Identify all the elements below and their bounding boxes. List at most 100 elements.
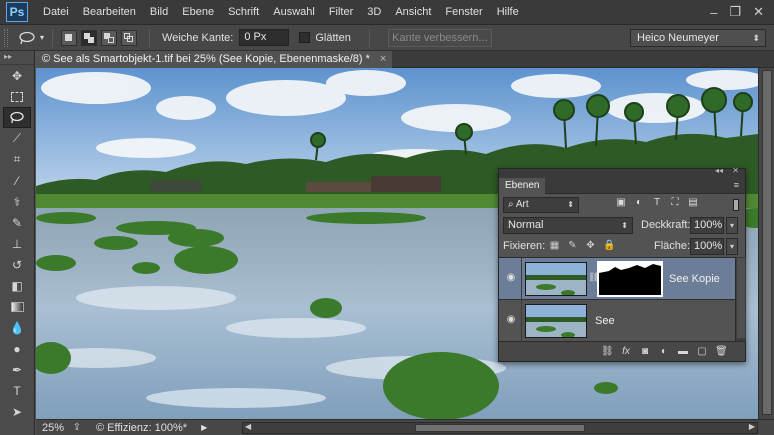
menu-bearbeiten[interactable]: Bearbeiten — [76, 0, 143, 25]
shape-filter-icon[interactable]: ⛶ — [669, 197, 681, 208]
layer-mask-thumbnail[interactable] — [597, 261, 663, 297]
antialias-checkbox[interactable] — [299, 32, 311, 43]
menu-schrift[interactable]: Schrift — [221, 0, 266, 25]
pixel-filter-icon[interactable]: ▣ — [615, 197, 627, 208]
eraser-tool-icon[interactable]: ◧ — [3, 275, 31, 296]
clone-stamp-tool-icon[interactable]: ⊥ — [3, 233, 31, 254]
subtract-selection-button[interactable] — [101, 29, 118, 46]
move-tool-icon[interactable]: ✥ — [3, 65, 31, 86]
lasso-tool-icon[interactable] — [3, 107, 31, 128]
scroll-right-icon[interactable]: ▶ — [749, 422, 755, 431]
path-selection-tool-icon[interactable]: ➤ — [3, 401, 31, 422]
blend-mode-dropdown[interactable]: Normal ⬍ — [503, 217, 633, 234]
canvas-horizontal-scrollbar[interactable]: ◀ ▶ — [242, 422, 758, 434]
close-icon[interactable]: ✕ — [732, 166, 739, 175]
lock-position-icon[interactable]: ✥ — [585, 240, 596, 251]
menu-bild[interactable]: Bild — [143, 0, 175, 25]
export-icon[interactable]: ⇪ — [66, 422, 88, 433]
opacity-input[interactable]: 100% — [690, 217, 724, 234]
fill-input[interactable]: 100% — [690, 238, 724, 255]
quick-selection-tool-icon[interactable]: ⟋ — [3, 128, 31, 149]
brush-tool-icon[interactable]: ✎ — [3, 212, 31, 233]
menu-ebene[interactable]: Ebene — [175, 0, 221, 25]
marquee-tool-icon[interactable] — [3, 86, 31, 107]
fx-icon[interactable]: fx — [620, 346, 632, 357]
history-brush-tool-icon[interactable]: ↺ — [3, 254, 31, 275]
adjustment-filter-icon[interactable]: ◐ — [633, 197, 645, 208]
menu-datei[interactable]: Datei — [36, 0, 76, 25]
scroll-left-icon[interactable]: ◀ — [245, 422, 251, 431]
type-filter-icon[interactable]: T — [651, 197, 663, 208]
eye-icon[interactable]: ◉ — [505, 314, 517, 325]
mask-icon[interactable]: ◙ — [639, 346, 651, 357]
feather-input[interactable]: 0 Px — [239, 29, 290, 46]
tools-panel-header[interactable]: ▸▸ — [0, 51, 34, 65]
menu-fenster[interactable]: Fenster — [438, 0, 489, 25]
divider — [521, 258, 522, 300]
canvas-vertical-scrollbar[interactable] — [758, 68, 774, 419]
lock-transparency-icon[interactable]: ▦ — [549, 240, 560, 251]
search-icon: ⌕ — [508, 199, 516, 210]
add-selection-button[interactable] — [81, 29, 98, 46]
options-bar: ▾ Weiche Kante: 0 Px Glätten Kante verbe… — [0, 25, 774, 51]
crop-tool-icon[interactable]: ⌗ — [3, 149, 31, 170]
workspace-dropdown[interactable]: Heico Neumeyer ⬍ — [630, 28, 766, 47]
restore-icon[interactable]: ❐ — [729, 4, 741, 20]
layer-thumbnail[interactable] — [525, 304, 587, 338]
lock-pixels-icon[interactable]: ✎ — [567, 240, 578, 251]
blur-tool-icon[interactable]: 💧 — [3, 317, 31, 338]
filter-toggle[interactable] — [733, 199, 739, 211]
layer-thumbnail[interactable] — [525, 262, 587, 296]
options-grip[interactable] — [4, 28, 8, 47]
panel-titlebar[interactable]: ◂◂ ✕ — [499, 166, 745, 178]
gradient-tool-icon[interactable] — [3, 296, 31, 317]
status-menu-arrow-icon[interactable]: ▶ — [201, 423, 207, 432]
menu-3d[interactable]: 3D — [360, 0, 388, 25]
chevron-updown-icon: ⬍ — [567, 200, 574, 209]
lock-all-icon[interactable]: 🔒 — [603, 240, 615, 251]
type-tool-icon[interactable]: T — [3, 380, 31, 401]
menu-hilfe[interactable]: Hilfe — [490, 0, 526, 25]
adjustment-icon[interactable]: ◐ — [658, 346, 670, 357]
photoshop-logo: Ps — [6, 2, 28, 22]
collapse-icon[interactable]: ◂◂ — [715, 166, 723, 175]
scrollbar-thumb[interactable] — [737, 258, 745, 338]
intersect-selection-button[interactable] — [121, 29, 138, 46]
eye-icon[interactable]: ◉ — [505, 272, 517, 283]
layer-filter-dropdown[interactable]: ⌕ Art ⬍ — [503, 197, 579, 213]
close-icon[interactable]: × — [380, 51, 386, 68]
chevron-updown-icon: ⬍ — [621, 221, 628, 230]
layer-see-kopie[interactable]: ◉ ⛓ See Kopie — [499, 258, 735, 300]
new-layer-icon[interactable]: ▢ — [696, 346, 708, 357]
healing-brush-tool-icon[interactable]: ⚕ — [3, 191, 31, 212]
tool-preset-picker[interactable]: ▾ — [18, 31, 44, 45]
menu-ansicht[interactable]: Ansicht — [388, 0, 438, 25]
close-icon[interactable]: ✕ — [753, 4, 764, 20]
new-selection-button[interactable] — [61, 29, 78, 46]
scrollbar-thumb[interactable] — [762, 70, 772, 415]
panel-menu-icon[interactable]: ≡ — [734, 180, 739, 190]
layer-see[interactable]: ◉ See — [499, 300, 735, 342]
opacity-label: Deckkraft: — [641, 219, 691, 231]
layer-name[interactable]: See Kopie — [669, 258, 720, 300]
eyedropper-tool-icon[interactable]: ⁄ — [3, 170, 31, 191]
tab-ebenen[interactable]: Ebenen — [499, 178, 546, 194]
trash-icon[interactable]: 🗑 — [715, 346, 728, 357]
group-icon[interactable]: ▬ — [677, 346, 689, 357]
menu-auswahl[interactable]: Auswahl — [266, 0, 322, 25]
scrollbar-thumb[interactable] — [415, 424, 585, 432]
zoom-level[interactable]: 25% — [36, 422, 66, 434]
dodge-tool-icon[interactable]: ● — [3, 338, 31, 359]
layer-name[interactable]: See — [595, 300, 615, 342]
minimize-icon[interactable]: – — [710, 5, 717, 20]
refine-edge-button[interactable]: Kante verbessern... — [387, 28, 492, 47]
fill-slider-button[interactable]: ▾ — [726, 238, 738, 255]
layer-list-scrollbar[interactable] — [735, 257, 746, 341]
menu-filter[interactable]: Filter — [322, 0, 360, 25]
pen-tool-icon[interactable]: ✒ — [3, 359, 31, 380]
opacity-slider-button[interactable]: ▾ — [726, 217, 738, 234]
link-icon[interactable]: ⛓ — [601, 346, 614, 357]
chevron-updown-icon: ⬍ — [752, 32, 760, 43]
smartobject-filter-icon[interactable]: ▤ — [687, 197, 699, 208]
document-tab[interactable]: © See als Smartobjekt-1.tif bei 25% (See… — [36, 51, 393, 68]
